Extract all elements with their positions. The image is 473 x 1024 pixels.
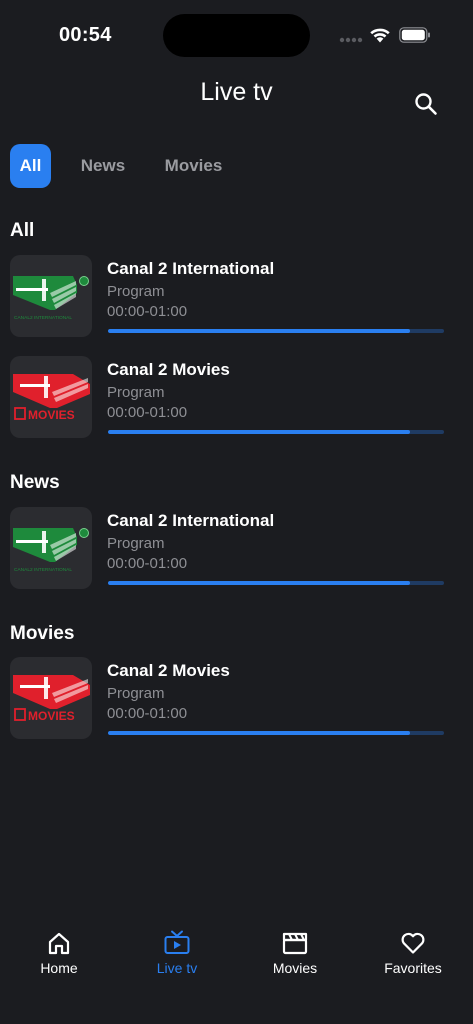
- battery-icon: [399, 27, 430, 43]
- channel-name: Canal 2 International: [107, 259, 275, 278]
- tab-home[interactable]: Home: [0, 930, 118, 990]
- filter-tab-all[interactable]: All: [10, 144, 51, 188]
- channel-name: Canal 2 Movies: [107, 661, 230, 680]
- channel-program: Program: [107, 384, 165, 401]
- progress-fill: [108, 430, 411, 434]
- tab-movies[interactable]: Movies: [236, 930, 354, 990]
- section-header-news: News: [10, 472, 60, 493]
- channel-time: 00:00-01:00: [107, 404, 188, 421]
- progress-fill: [108, 581, 411, 585]
- canal2-movies-logo: MOVIES: [10, 356, 92, 438]
- channel-program: Program: [107, 535, 165, 552]
- status-bar: 00:54: [0, 0, 473, 60]
- channel-row[interactable]: MOVIES Canal 2 Movies Program 00:00-01:0…: [10, 356, 450, 440]
- channel-row[interactable]: CANAL2 INTERNATIONAL Canal 2 Internation…: [10, 507, 450, 591]
- tab-bar: Home Live tv Movies Favorites: [0, 920, 473, 1024]
- channel-name: Canal 2 Movies: [107, 360, 230, 379]
- clapperboard-icon: [282, 932, 308, 955]
- progress-bar: [108, 430, 444, 434]
- progress-bar: [108, 329, 444, 333]
- filter-tab-news[interactable]: News: [70, 144, 136, 188]
- heart-icon: [401, 932, 425, 954]
- home-icon: [48, 932, 70, 955]
- tab-label: Favorites: [384, 960, 442, 976]
- tab-favorites[interactable]: Favorites: [354, 930, 472, 990]
- tab-live-tv[interactable]: Live tv: [118, 930, 236, 990]
- wifi-icon: [370, 28, 390, 43]
- page-title: Live tv: [200, 78, 273, 106]
- logo-text: CANAL2 INTERNATIONAL: [14, 315, 72, 321]
- search-icon: [415, 93, 437, 115]
- channel-program: Program: [107, 283, 165, 300]
- canal2-international-logo: CANAL2 INTERNATIONAL: [10, 507, 92, 589]
- channel-row[interactable]: CANAL2 INTERNATIONAL Canal 2 Internation…: [10, 255, 450, 339]
- progress-bar: [108, 731, 444, 735]
- tv-icon: [164, 930, 190, 954]
- section-header-movies: Movies: [10, 623, 75, 644]
- tab-label: Movies: [272, 960, 318, 976]
- dynamic-island: [163, 14, 310, 57]
- channel-time: 00:00-01:00: [107, 303, 188, 320]
- canal2-international-logo: CANAL2 INTERNATIONAL: [10, 255, 92, 337]
- status-time: 00:54: [59, 24, 112, 46]
- channel-time: 00:00-01:00: [107, 555, 188, 572]
- logo-text: MOVIES: [28, 709, 75, 723]
- progress-fill: [108, 731, 411, 735]
- signal-icon: [339, 37, 363, 43]
- channel-time: 00:00-01:00: [107, 705, 188, 722]
- logo-text: CANAL2 INTERNATIONAL: [14, 567, 72, 573]
- tab-label: Live tv: [156, 960, 198, 976]
- progress-fill: [108, 329, 411, 333]
- logo-text: MOVIES: [28, 408, 75, 422]
- filter-tab-movies[interactable]: Movies: [153, 144, 234, 188]
- section-header-all: All: [10, 220, 35, 241]
- progress-bar: [108, 581, 444, 585]
- channel-row[interactable]: MOVIES Canal 2 Movies Program 00:00-01:0…: [10, 657, 450, 741]
- channel-name: Canal 2 International: [107, 511, 275, 530]
- channel-program: Program: [107, 685, 165, 702]
- search-button[interactable]: [410, 88, 442, 120]
- tab-label: Home: [40, 960, 78, 976]
- canal2-movies-logo: MOVIES: [10, 657, 92, 739]
